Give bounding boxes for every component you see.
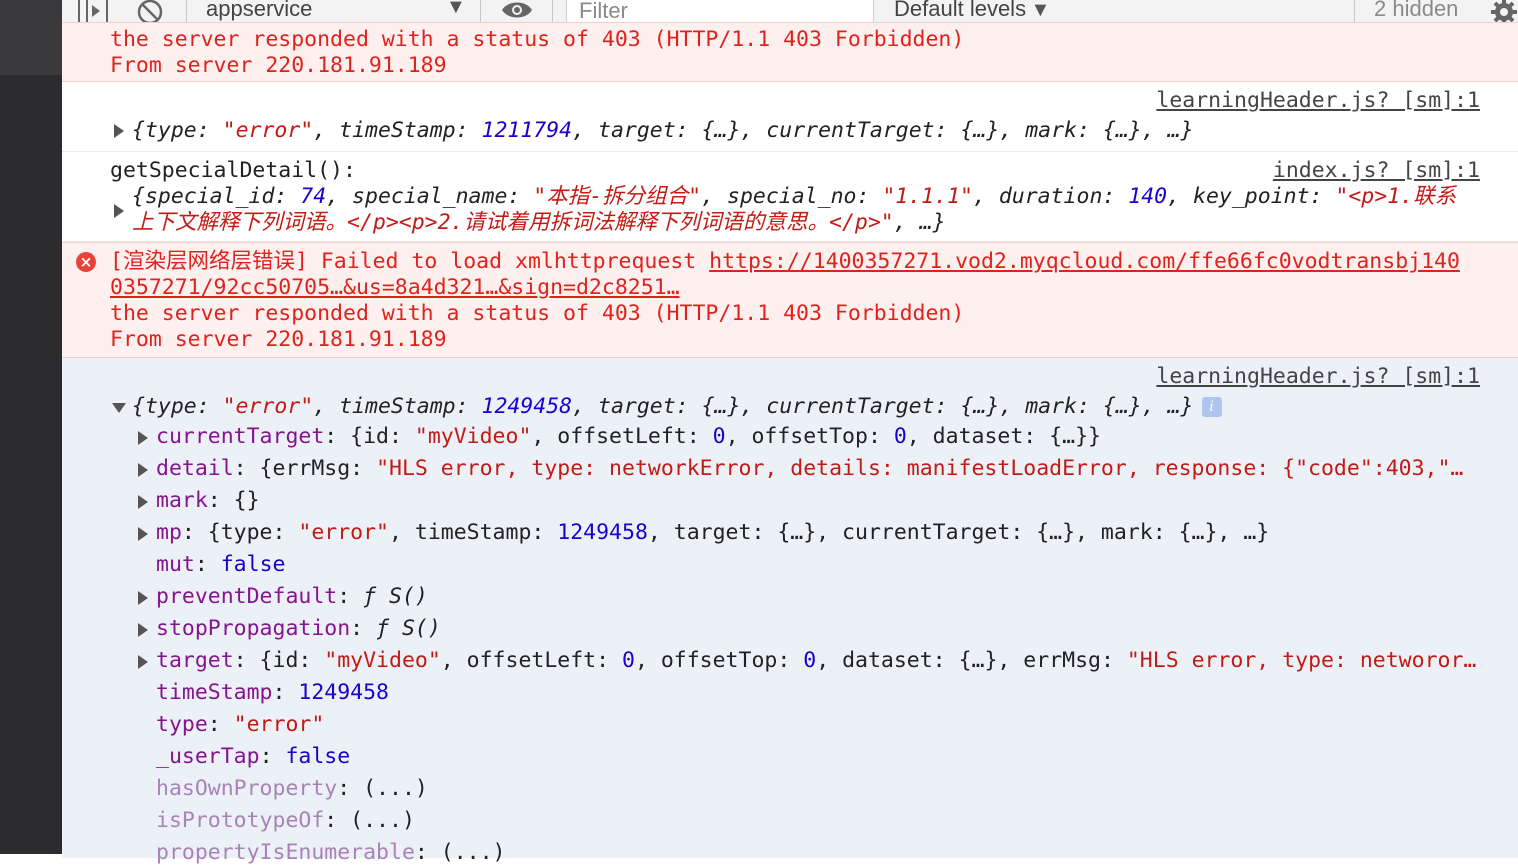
value: 0 [893, 424, 907, 449]
property-row[interactable]: detail: {errMsg: "HLS error, type: netwo… [156, 456, 1463, 482]
error-text: the server responded with a status of 40… [110, 301, 965, 326]
error-prefix: [渲染层网络层错误] Failed to load xmlhttprequest [110, 249, 710, 274]
object-preview[interactable]: {special_id: 74, special_name: "本指-拆分组合"… [132, 184, 1456, 210]
expand-icon[interactable] [138, 495, 148, 509]
error-text: the server responded with a status of 40… [110, 27, 965, 52]
value: 1211794 [481, 118, 573, 143]
collapse-icon[interactable] [112, 403, 126, 413]
value: …} [1167, 394, 1194, 419]
value: {…} [1102, 394, 1142, 419]
error-text: From server 220.181.91.189 [110, 327, 447, 352]
error-text: [渲染层网络层错误] Failed to load xmlhttprequest… [110, 249, 1460, 275]
levels-dropdown-icon: ▼ [1030, 0, 1051, 21]
value: {…} [701, 394, 741, 419]
object-preview-cont: 上下文解释下列词语。</p><p>2.请试着用拆词法解释下列词语的意思。</p>… [132, 210, 946, 235]
left-panel-top [0, 0, 62, 75]
hidden-count: 2 hidden [1374, 0, 1458, 22]
value: 0 [622, 648, 635, 673]
value: …} [1167, 118, 1194, 143]
property-row[interactable]: currentTarget: {id: "myVideo", offsetLef… [156, 424, 1101, 450]
console-messages: the server responded with a status of 40… [62, 22, 1518, 865]
value: {} [233, 488, 260, 513]
value: "<p>1.联系 [1335, 184, 1457, 209]
property-row[interactable]: target: {id: "myVideo", offsetLeft: 0, o… [156, 648, 1476, 674]
property-row[interactable]: mark: {} [156, 488, 260, 514]
error-url-link[interactable]: 0357271/92cc50705…&us=8a4d321…&sign=d2c8… [110, 275, 680, 301]
value: 0 [712, 424, 726, 449]
value: "本指-拆分组合" [533, 184, 702, 209]
value: 上下文解释下列词语。</p><p>2.请试着用拆词法解释下列词语的意思。</p>… [132, 210, 894, 235]
value: {…} [960, 118, 1000, 143]
value: "HLS error, type: networkError, details:… [376, 456, 1464, 481]
value: {…} [1102, 118, 1142, 143]
value: "error" [222, 118, 314, 143]
console-log-message: getSpecialDetail(): index.js? [sm]:1 {sp… [62, 152, 1518, 242]
value: "error" [298, 520, 389, 545]
error-url-link[interactable]: https://1400357271.vod2.myqcloud.com/ffe… [709, 249, 1460, 274]
value: ƒ S() [376, 616, 441, 641]
value: "1.1.1" [882, 184, 973, 209]
value: {…} [960, 394, 1000, 419]
value: {…} [701, 118, 741, 143]
error-text: From server 220.181.91.189 [110, 53, 447, 78]
object-preview[interactable]: {type: "error", timeStamp: 1211794, targ… [132, 118, 1194, 144]
property-row: mut: false [156, 552, 286, 577]
console-log-message: learningHeader.js? [sm]:1 {type: "error"… [62, 82, 1518, 152]
value: 140 [1128, 184, 1168, 209]
value: "myVideo" [414, 424, 532, 449]
value: "error" [233, 712, 325, 737]
property-row[interactable]: hasOwnProperty: (...) [156, 776, 428, 802]
hidden-count-label: 2 hidden [1374, 0, 1459, 21]
console-error-message: × [渲染层网络层错误] Failed to load xmlhttpreque… [62, 242, 1518, 358]
property-row[interactable]: isPrototypeOf: (...) [156, 808, 415, 834]
levels-dropdown[interactable]: Default levels ▼ [894, 0, 1050, 22]
value: (...) [350, 808, 415, 833]
context-label: appservice [206, 0, 313, 21]
expand-icon[interactable] [138, 591, 148, 605]
value: 1249458 [557, 520, 648, 545]
property-row[interactable]: preventDefault: ƒ S() [156, 584, 428, 610]
source-link[interactable]: learningHeader.js? [sm]:1 [1156, 364, 1480, 390]
expand-icon[interactable] [114, 124, 124, 138]
value: …} [919, 210, 946, 235]
expand-icon[interactable] [138, 463, 148, 477]
error-icon: × [76, 252, 96, 272]
log-label: getSpecialDetail(): [110, 158, 356, 183]
expand-icon[interactable] [138, 527, 148, 541]
value: false [285, 744, 351, 769]
value: "error" [222, 394, 314, 419]
value: false [220, 552, 286, 577]
expand-icon[interactable] [138, 655, 148, 669]
property-row: _userTap: false [156, 744, 351, 769]
value: 0 [803, 648, 817, 673]
value: "myVideo" [324, 648, 441, 673]
value: "HLS error, type: networor… [1126, 648, 1477, 673]
value: (...) [363, 776, 428, 801]
expand-icon[interactable] [138, 431, 148, 445]
value: (...) [440, 840, 506, 865]
value: 1249458 [298, 680, 389, 705]
property-row[interactable]: stopPropagation: ƒ S() [156, 616, 441, 642]
property-row: timeStamp: 1249458 [156, 680, 389, 705]
property-row[interactable]: mp: {type: "error", timeStamp: 1249458, … [156, 520, 1269, 546]
levels-label: Default levels [894, 0, 1027, 21]
object-preview[interactable]: {type: "error", timeStamp: 1249458, targ… [132, 394, 1222, 420]
property-row[interactable]: propertyIsEnumerable: (...) [156, 840, 506, 866]
value: 74 [300, 184, 327, 209]
context-dropdown-icon[interactable]: ▼ [446, 0, 466, 19]
expand-icon[interactable] [114, 204, 124, 218]
left-panel-strip [0, 0, 62, 854]
expand-icon[interactable] [138, 623, 148, 637]
info-icon[interactable]: i [1201, 397, 1222, 417]
context-selector[interactable]: appservice [206, 0, 312, 22]
source-link[interactable]: index.js? [sm]:1 [1273, 158, 1480, 184]
property-row: type: "error" [156, 712, 325, 737]
console-log-message-expanded: learningHeader.js? [sm]:1 {type: "error"… [62, 358, 1518, 865]
source-link[interactable]: learningHeader.js? [sm]:1 [1156, 88, 1480, 114]
console-error-message: the server responded with a status of 40… [62, 22, 1518, 82]
value: ƒ S() [363, 584, 428, 609]
value: 1249458 [481, 394, 573, 419]
